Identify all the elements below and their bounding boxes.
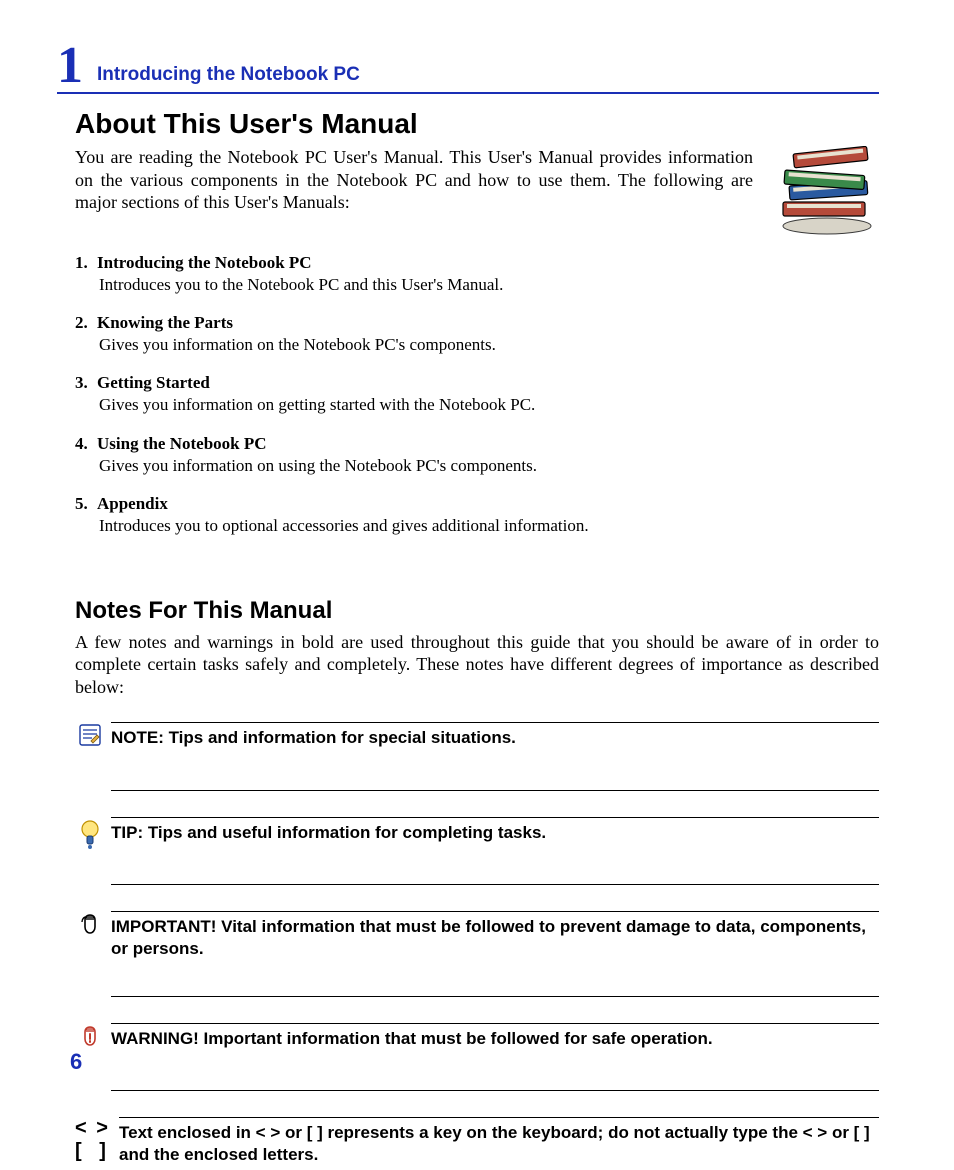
angle-brackets: < > [75, 1117, 113, 1140]
list-desc: Gives you information on using the Noteb… [99, 455, 879, 477]
chapter-number: 1 [57, 40, 97, 92]
note-row-important: IMPORTANT! Vital information that must b… [75, 911, 879, 997]
list-title: Appendix [97, 494, 168, 513]
chapter-title: Introducing the Notebook PC [97, 64, 360, 92]
key-bracket-icon: < > [ ] [75, 1117, 113, 1163]
list-title: Getting Started [97, 373, 210, 392]
list-item: 5.Appendix Introduces you to optional ac… [75, 493, 879, 537]
list-item: 1.Introducing the Notebook PC Introduces… [75, 252, 879, 296]
square-brackets: [ ] [75, 1140, 113, 1163]
note-row-key: < > [ ] Text enclosed in < > or [ ] repr… [75, 1117, 879, 1170]
note-row-tip: TIP: Tips and useful information for com… [75, 817, 879, 885]
list-number: 4. [75, 433, 97, 455]
section-heading-notes: Notes For This Manual [75, 597, 879, 625]
note-text: NOTE: Tips and information for special s… [111, 722, 879, 790]
list-desc: Gives you information on the Notebook PC… [99, 334, 879, 356]
list-title: Knowing the Parts [97, 313, 233, 332]
page: 1 Introducing the Notebook PC About This… [0, 0, 954, 1155]
list-desc: Introduces you to optional accessories a… [99, 515, 879, 537]
list-desc: Introduces you to the Notebook PC and th… [99, 274, 879, 296]
tip-icon [75, 817, 105, 851]
note-row-note: NOTE: Tips and information for special s… [75, 722, 879, 790]
note-text: WARNING! Important information that must… [111, 1023, 879, 1091]
list-title: Using the Notebook PC [97, 434, 267, 453]
list-item: 4.Using the Notebook PC Gives you inform… [75, 433, 879, 477]
list-number: 3. [75, 372, 97, 394]
section-heading-about: About This User's Manual [75, 108, 879, 140]
note-row-warning: WARNING! Important information that must… [75, 1023, 879, 1091]
note-text: IMPORTANT! Vital information that must b… [111, 911, 879, 997]
notes-intro-text: A few notes and warnings in bold are use… [75, 631, 879, 699]
chapter-header: 1 Introducing the Notebook PC [57, 40, 879, 94]
note-text: TIP: Tips and useful information for com… [111, 817, 879, 885]
note-icon [75, 722, 105, 746]
list-item: 2.Knowing the Parts Gives you informatio… [75, 312, 879, 356]
list-desc: Gives you information on getting started… [99, 394, 879, 416]
about-intro-block: You are reading the Notebook PC User's M… [75, 146, 879, 236]
section-list: 1.Introducing the Notebook PC Introduces… [75, 252, 879, 537]
important-icon [75, 911, 105, 941]
list-number: 5. [75, 493, 97, 515]
list-title: Introducing the Notebook PC [97, 253, 312, 272]
list-number: 2. [75, 312, 97, 334]
about-intro-text: You are reading the Notebook PC User's M… [75, 146, 753, 214]
note-text: Text enclosed in < > or [ ] represents a… [119, 1117, 879, 1170]
list-number: 1. [75, 252, 97, 274]
books-icon [769, 146, 879, 236]
page-number: 6 [70, 1049, 82, 1075]
list-item: 3.Getting Started Gives you information … [75, 372, 879, 416]
